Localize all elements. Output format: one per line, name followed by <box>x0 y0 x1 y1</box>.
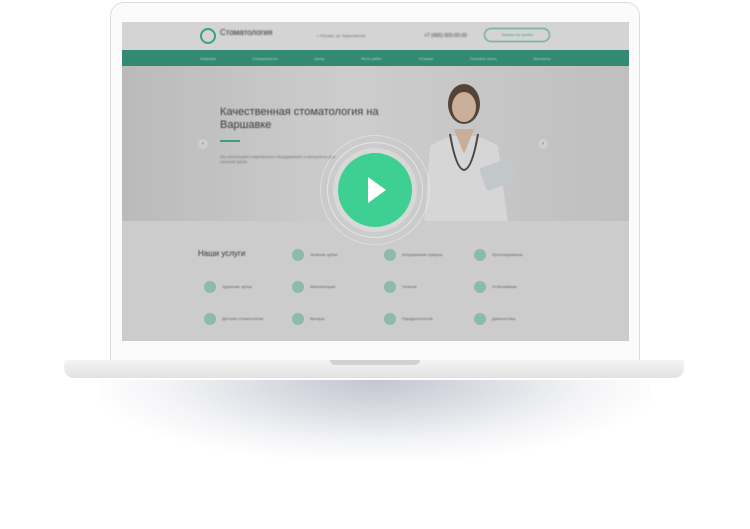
play-icon <box>368 177 386 203</box>
laptop-notch <box>330 360 420 365</box>
laptop-base <box>64 360 684 378</box>
laptop-shadow <box>100 380 650 460</box>
laptop-screen: Стоматология г. Москва, ул. Варшавская +… <box>122 22 629 341</box>
play-button[interactable] <box>338 153 412 227</box>
